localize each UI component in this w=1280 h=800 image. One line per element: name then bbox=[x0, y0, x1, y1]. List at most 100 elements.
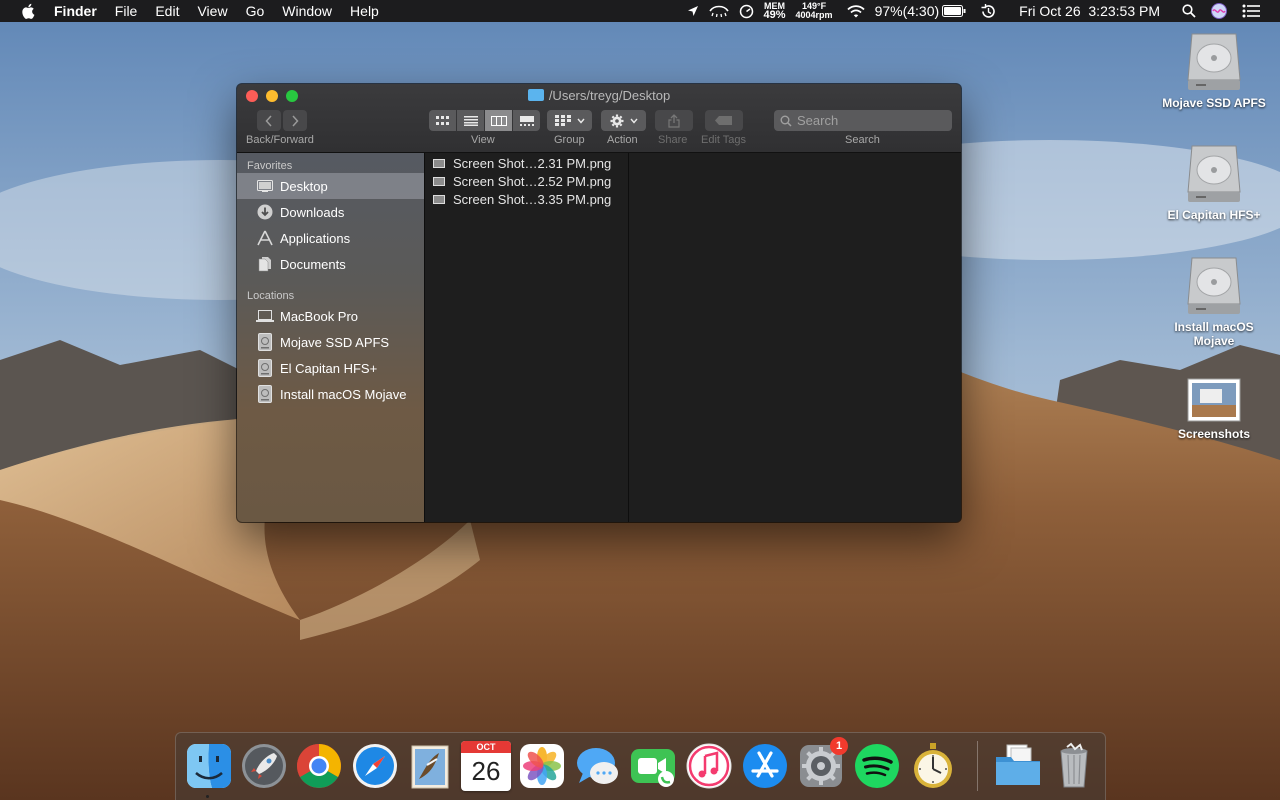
disk-icon bbox=[256, 359, 274, 377]
screenshots-folder-icon bbox=[1187, 378, 1241, 422]
sidebar-item-documents[interactable]: Documents bbox=[237, 251, 424, 277]
app-store-icon[interactable] bbox=[740, 741, 790, 791]
stopwatch-icon[interactable] bbox=[908, 741, 958, 791]
search-icon bbox=[780, 115, 792, 127]
facetime-icon[interactable] bbox=[628, 741, 678, 791]
chevron-down-icon bbox=[629, 118, 638, 124]
edit-tags-button[interactable] bbox=[705, 110, 743, 131]
messages-icon[interactable] bbox=[573, 741, 623, 791]
battery-icon[interactable] bbox=[942, 0, 966, 22]
share-icon bbox=[668, 113, 680, 128]
sidebar-item-el-capitan[interactable]: El Capitan HFS+ bbox=[237, 355, 424, 381]
sidebar-item-macbook-pro[interactable]: MacBook Pro bbox=[237, 303, 424, 329]
action-label: Action bbox=[607, 134, 638, 146]
apple-icon[interactable] bbox=[20, 2, 38, 20]
image-file-icon bbox=[433, 194, 445, 204]
desktop-icon-mojave-ssd[interactable]: Mojave SSD APFS bbox=[1154, 30, 1274, 110]
list-item[interactable]: Screen Shot…3.35 PM.png bbox=[425, 190, 628, 208]
notification-badge: 1 bbox=[830, 737, 848, 755]
gallery-view-button[interactable] bbox=[513, 110, 540, 131]
menu-clock[interactable]: Fri Oct 26 3:23:53 PM bbox=[1019, 3, 1160, 19]
menu-file[interactable]: File bbox=[115, 3, 138, 19]
icon-view-button[interactable] bbox=[429, 110, 456, 131]
list-view-button[interactable] bbox=[457, 110, 484, 131]
safari-icon[interactable] bbox=[350, 741, 400, 791]
sidebar-item-downloads[interactable]: Downloads bbox=[237, 199, 424, 225]
menu-go[interactable]: Go bbox=[246, 3, 265, 19]
icon-grid-icon bbox=[435, 115, 449, 125]
speed-gauge-icon[interactable] bbox=[739, 0, 754, 22]
preview-column bbox=[630, 153, 961, 522]
desktop-icon-label: Install macOS Mojave bbox=[1174, 320, 1254, 348]
chrome-icon[interactable] bbox=[294, 741, 344, 791]
favorites-header: Favorites bbox=[247, 160, 293, 172]
notification-center-icon[interactable] bbox=[1242, 0, 1260, 22]
file-column: Screen Shot…2.31 PM.png Screen Shot…2.52… bbox=[424, 153, 629, 522]
calendar-month: OCT bbox=[461, 741, 511, 753]
laptop-icon bbox=[256, 307, 274, 325]
sidebar-item-mojave-ssd[interactable]: Mojave SSD APFS bbox=[237, 329, 424, 355]
search-input[interactable]: Search bbox=[774, 110, 952, 131]
forward-button[interactable] bbox=[283, 110, 307, 131]
file-name: Screen Shot…2.52 PM.png bbox=[453, 173, 612, 189]
menu-app-name[interactable]: Finder bbox=[54, 3, 97, 19]
desktop-icon bbox=[256, 177, 274, 195]
spotify-icon[interactable] bbox=[852, 741, 902, 791]
trash-icon[interactable] bbox=[1049, 741, 1099, 791]
menu-extras: MEM 49% 149°F 4004rpm 97%(4:30) Fri Oct … bbox=[687, 0, 1280, 22]
sidebar-item-label: Install macOS Mojave bbox=[280, 386, 407, 402]
itunes-icon[interactable] bbox=[684, 741, 734, 791]
sidebar-item-label: Mojave SSD APFS bbox=[280, 334, 390, 350]
menu-edit[interactable]: Edit bbox=[155, 3, 179, 19]
columns-icon bbox=[490, 115, 507, 126]
mail-icon[interactable] bbox=[405, 741, 455, 791]
edit-tags-label: Edit Tags bbox=[701, 134, 747, 146]
gear-icon bbox=[610, 114, 623, 127]
list-item[interactable]: Screen Shot…2.52 PM.png bbox=[425, 172, 628, 190]
sidebar-item-label: Documents bbox=[280, 256, 346, 272]
wifi-icon[interactable] bbox=[846, 0, 865, 22]
memory-value: 49% bbox=[763, 9, 786, 21]
system-preferences-app[interactable]: 1 bbox=[796, 737, 848, 791]
sidebar-item-desktop[interactable]: Desktop bbox=[237, 173, 424, 199]
photos-icon[interactable] bbox=[517, 741, 567, 791]
desktop-icon-screenshots[interactable]: Screenshots bbox=[1154, 377, 1274, 441]
location-arrow-icon[interactable] bbox=[687, 0, 699, 22]
list-item[interactable]: Screen Shot…2.31 PM.png bbox=[425, 154, 628, 172]
dock-separator bbox=[977, 741, 978, 791]
spotlight-icon[interactable] bbox=[1182, 0, 1196, 22]
eye-icon[interactable] bbox=[708, 0, 729, 22]
back-forward-label: Back/Forward bbox=[246, 134, 314, 146]
menu-help[interactable]: Help bbox=[350, 3, 379, 19]
action-button[interactable] bbox=[601, 110, 646, 131]
fan-speed-value: 4004rpm bbox=[795, 10, 833, 20]
sidebar-item-label: Desktop bbox=[280, 178, 328, 194]
battery-text[interactable]: 97%(4:30) bbox=[875, 3, 940, 19]
hard-drive-icon bbox=[1187, 145, 1241, 202]
siri-icon[interactable] bbox=[1210, 0, 1228, 22]
menu-window[interactable]: Window bbox=[282, 3, 332, 19]
time-machine-icon[interactable] bbox=[980, 0, 997, 22]
launchpad-icon[interactable] bbox=[239, 741, 289, 791]
sidebar-item-applications[interactable]: Applications bbox=[237, 225, 424, 251]
file-name: Screen Shot…2.31 PM.png bbox=[453, 155, 612, 171]
dock: OCT 26 1 bbox=[175, 732, 1106, 800]
window-title: /Users/treyg/Desktop bbox=[237, 88, 961, 103]
folder-stack-icon[interactable] bbox=[993, 741, 1043, 791]
desktop-icon-el-capitan[interactable]: El Capitan HFS+ bbox=[1154, 142, 1274, 222]
sensor-indicator[interactable]: 149°F 4004rpm bbox=[796, 2, 833, 20]
menu-view[interactable]: View bbox=[197, 3, 227, 19]
sidebar-item-install-mojave[interactable]: Install macOS Mojave bbox=[237, 381, 424, 407]
back-button[interactable] bbox=[257, 110, 281, 131]
share-button[interactable] bbox=[655, 110, 693, 131]
calendar-icon[interactable]: OCT 26 bbox=[461, 741, 511, 791]
sidebar-item-label: El Capitan HFS+ bbox=[280, 360, 378, 376]
memory-indicator[interactable]: MEM 49% bbox=[763, 2, 786, 21]
column-view-button[interactable] bbox=[485, 110, 512, 131]
sidebar-item-label: Applications bbox=[280, 230, 351, 246]
finder-icon[interactable] bbox=[184, 741, 234, 791]
desktop-icon-install-mojave[interactable]: Install macOS Mojave bbox=[1154, 254, 1274, 348]
sidebar-item-label: MacBook Pro bbox=[280, 308, 359, 324]
group-button[interactable] bbox=[547, 110, 592, 131]
search-label: Search bbox=[845, 134, 880, 146]
